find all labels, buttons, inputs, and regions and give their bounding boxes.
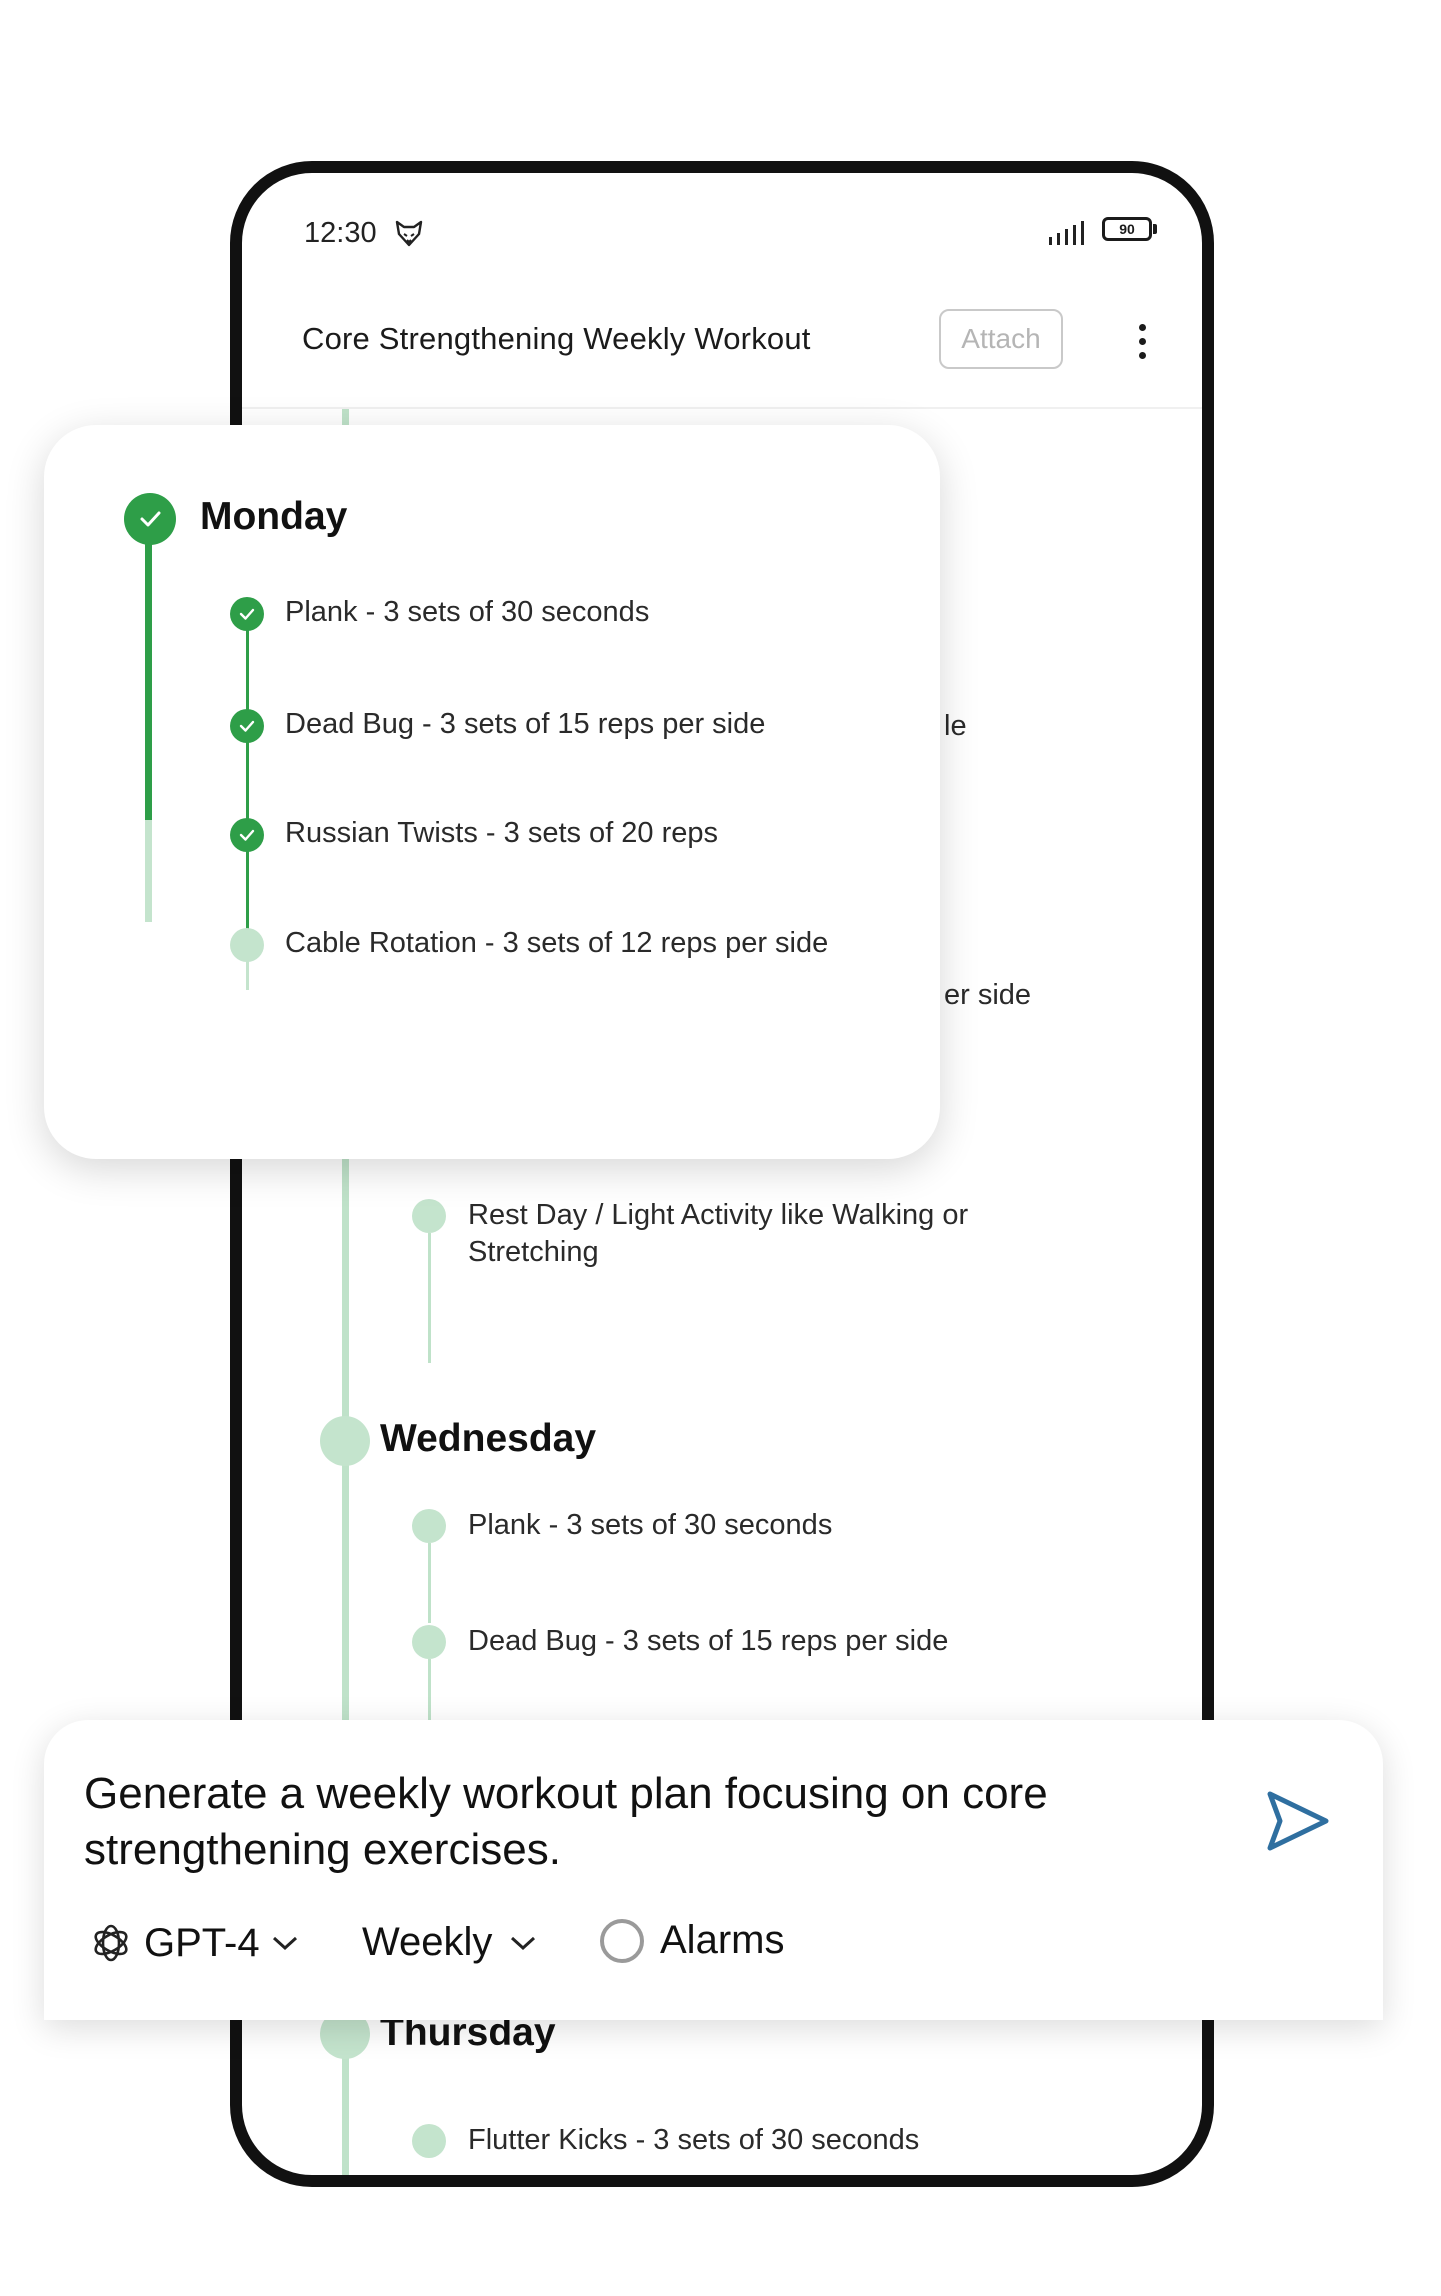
model-select[interactable]: GPT-4 [88,1920,300,1966]
timeline-remaining-line [145,820,152,922]
openai-icon [94,1924,128,1962]
exercise-label: Russian Twists - 3 sets of 20 reps [285,817,719,849]
alarms-label: Alarms [660,1918,785,1962]
exercise-pending-dot[interactable] [230,928,264,962]
exercise-label: Cable Rotation - 3 sets of 12 reps per s… [285,927,829,959]
exercise-check-icon[interactable] [230,709,264,743]
wolf-icon [395,220,423,247]
exercise-check-icon[interactable] [230,597,264,631]
day-dot-wednesday [320,1416,370,1466]
prompt-card: Generate a weekly workout plan focusing … [44,1720,1383,2020]
attach-button[interactable]: Attach [939,309,1063,369]
day-complete-check-icon [124,493,176,545]
page-title: Core Strengthening Weekly Workout [302,321,811,356]
exercise-label: Plank - 3 sets of 30 seconds [468,1509,833,1541]
battery-icon: 90 [1102,217,1157,245]
exercise-dot [412,1625,446,1659]
exercise-line [428,1543,431,1623]
day-label-monday: Monday [200,495,348,538]
partial-exercise-text: le [944,710,967,742]
signal-icon [1049,221,1084,245]
alarms-radio[interactable] [600,1918,644,1963]
exercise-progress-line [246,615,249,945]
period-label: Weekly [362,1920,493,1964]
monday-card: Monday Plank - 3 sets of 30 seconds Dead… [44,425,940,1159]
exercise-check-icon[interactable] [230,818,264,852]
exercise-dot [412,1199,446,1233]
exercise-label: Flutter Kicks - 3 sets of 30 seconds [468,2124,920,2156]
battery-level: 90 [1102,217,1152,241]
period-select[interactable]: Weekly [362,1920,538,1965]
partial-exercise-text: er side [944,979,1032,1011]
status-time: 12:30 [304,217,377,249]
timeline-progress-line [145,520,152,820]
model-label: GPT-4 [144,1920,260,1965]
exercise-dot [412,1509,446,1543]
send-icon[interactable] [1262,1786,1332,1856]
prompt-input[interactable]: Generate a weekly workout plan focusing … [84,1766,1084,1878]
alarms-toggle[interactable]: Alarms [600,1918,784,1963]
chevron-down-icon [272,1936,297,1951]
header-divider [242,407,1202,409]
chevron-down-icon [511,1936,536,1950]
exercise-label: Dead Bug - 3 sets of 15 reps per side [285,708,766,740]
exercise-label: Dead Bug - 3 sets of 15 reps per side [468,1625,949,1657]
exercise-label: Plank - 3 sets of 30 seconds [285,596,650,628]
exercise-dot [412,2124,446,2158]
exercise-label: Rest Day / Light Activity like Walking o… [468,1199,969,1268]
day-label-wednesday: Wednesday [380,1417,597,1460]
exercise-line [428,1233,431,1363]
more-options-icon[interactable] [1132,313,1152,369]
